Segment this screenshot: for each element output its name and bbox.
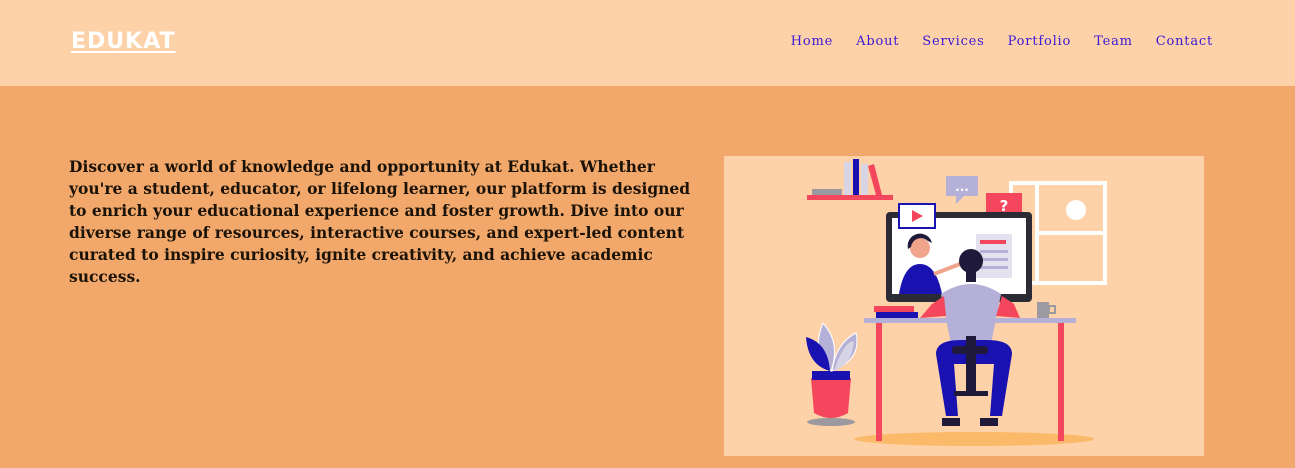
nav-link-contact[interactable]: Contact xyxy=(1156,34,1213,49)
nav-link-team[interactable]: Team xyxy=(1094,34,1133,49)
hero-section: Discover a world of knowledge and opport… xyxy=(0,86,1295,468)
svg-text:...: ... xyxy=(955,180,969,194)
nav-link-services[interactable]: Services xyxy=(922,34,984,49)
main-nav: Home About Services Portfolio Team Conta… xyxy=(791,34,1213,49)
hero-intro-text: Discover a world of knowledge and opport… xyxy=(69,157,691,286)
nav-link-home[interactable]: Home xyxy=(791,34,833,49)
brand-logo[interactable]: EDUKAT xyxy=(71,29,176,54)
hero-illustration: ... ? xyxy=(724,156,1204,456)
nav-link-about[interactable]: About xyxy=(856,34,899,49)
site-header: EDUKAT Home About Services Portfolio Tea… xyxy=(0,0,1295,86)
online-learning-illustration: ... ? xyxy=(724,156,1204,456)
nav-link-portfolio[interactable]: Portfolio xyxy=(1008,34,1071,49)
